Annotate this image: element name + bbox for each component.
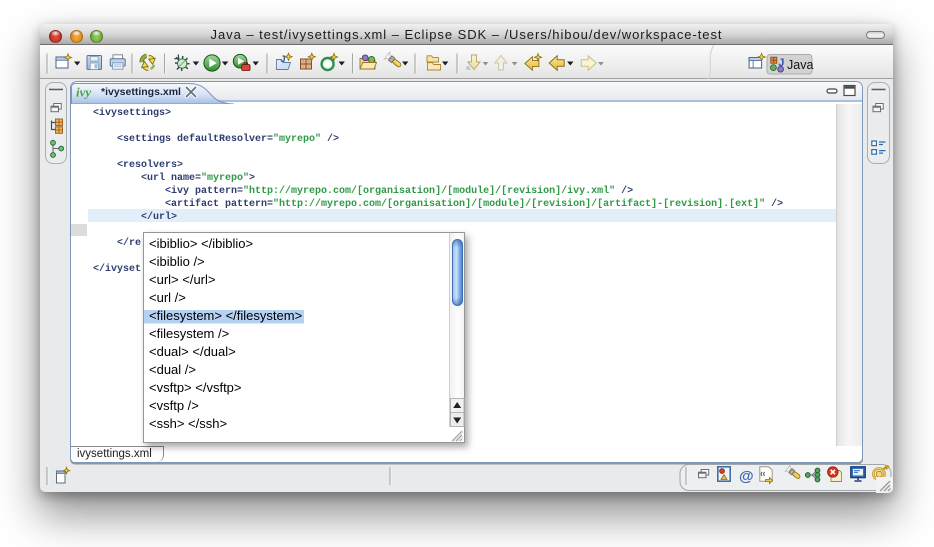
svg-text:@: @	[739, 468, 754, 485]
svg-text:J: J	[281, 54, 286, 64]
svg-text:J: J	[778, 57, 784, 69]
svg-text:ivy: ivy	[76, 85, 91, 100]
svg-text:Java: Java	[787, 58, 813, 72]
